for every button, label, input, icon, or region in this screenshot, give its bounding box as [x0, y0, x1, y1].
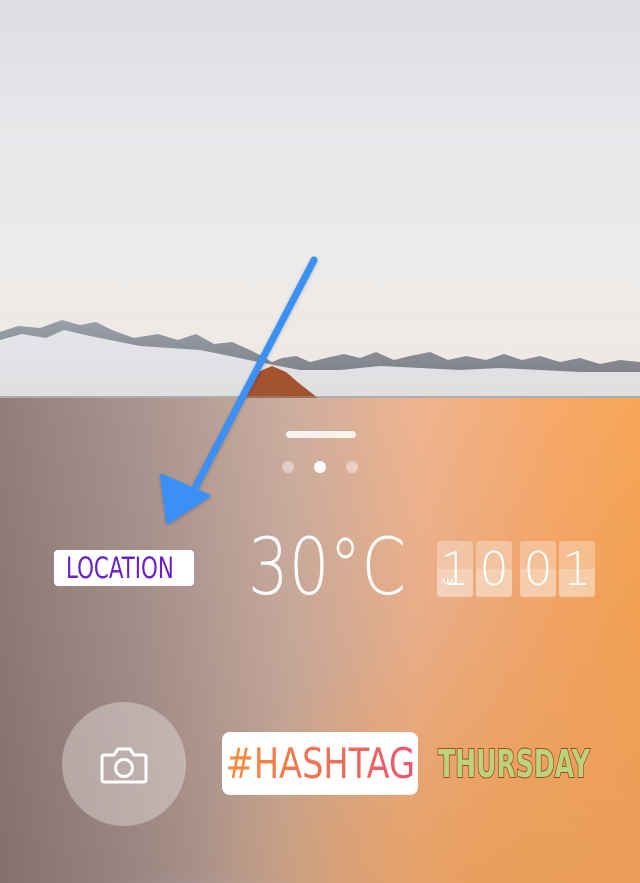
page-dot-1[interactable]	[282, 461, 294, 473]
clock-digit: 0	[479, 542, 509, 596]
day-sticker[interactable]: THURSDAY	[437, 738, 598, 790]
clock-digit: 0	[523, 542, 553, 596]
location-label: LOCATION	[66, 551, 174, 585]
temperature-sticker[interactable]: 30°C	[248, 528, 406, 608]
clock-digit: 1	[440, 542, 470, 596]
camera-button[interactable]	[62, 702, 186, 826]
hashtag-sticker[interactable]: #HASHTAG	[222, 732, 418, 795]
clock-tile: AM 1	[437, 541, 473, 597]
hashtag-label: #HASHTAG	[225, 732, 414, 795]
clock-tile: 1	[559, 541, 595, 597]
clock-tile: 0	[520, 541, 556, 597]
day-label: THURSDAY	[437, 741, 590, 787]
drag-handle-icon[interactable]	[286, 431, 356, 438]
mountain-range	[0, 320, 640, 410]
ampm-label: AM	[441, 577, 453, 586]
page-indicator	[282, 460, 362, 474]
background-photo	[0, 0, 640, 420]
clock-tile: 0	[476, 541, 512, 597]
location-sticker[interactable]: LOCATION	[54, 550, 194, 586]
clock-digit: 1	[562, 542, 592, 596]
page-dot-2-active[interactable]	[314, 461, 326, 473]
camera-icon	[100, 747, 148, 784]
page-dot-3[interactable]	[346, 461, 358, 473]
time-sticker[interactable]: AM 1 0 0 1	[437, 541, 597, 597]
